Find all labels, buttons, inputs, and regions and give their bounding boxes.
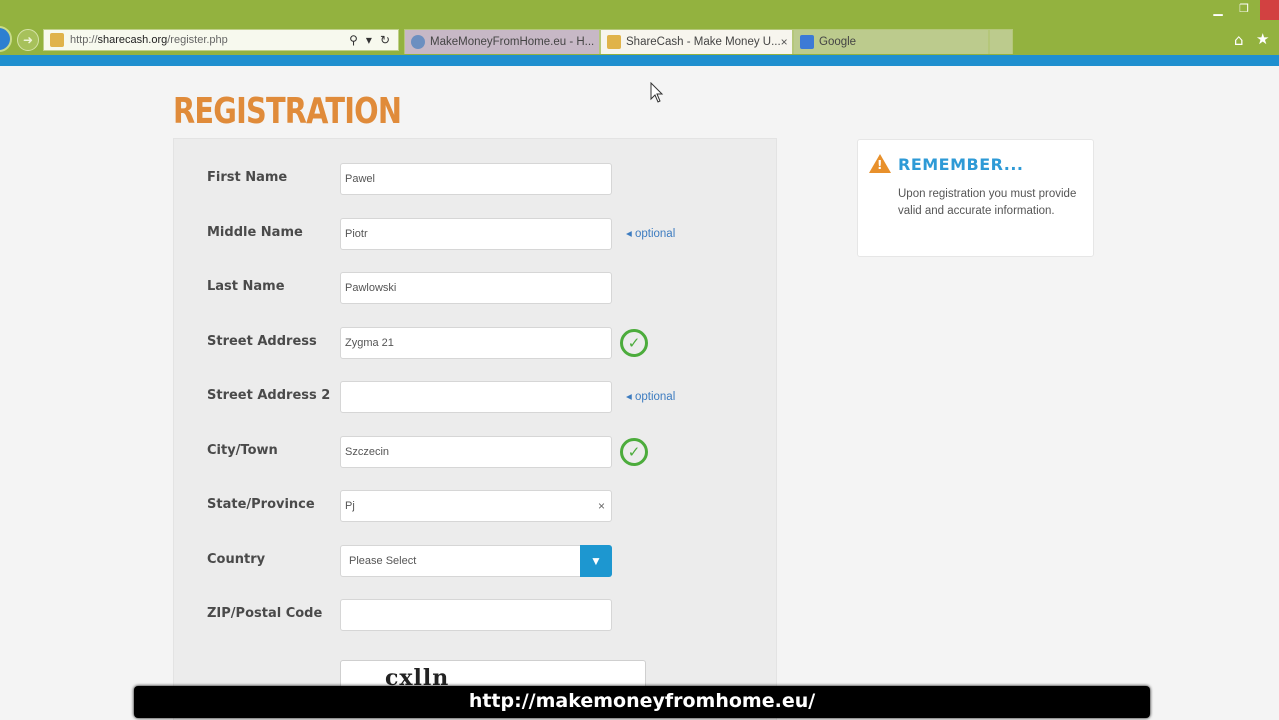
remember-title: REMEMBER... <box>898 155 1024 174</box>
new-tab-button[interactable] <box>989 29 1013 54</box>
page-content: REGISTRATION First Name Pawel Middle Nam… <box>0 66 1279 720</box>
valid-check-icon: ✓ <box>620 329 648 357</box>
address-bar[interactable]: http://sharecash.org/register.php ⚲ ▾ ↻ <box>43 29 399 51</box>
country-select[interactable]: Please Select ▼ <box>340 545 612 577</box>
state-value: Pj <box>345 500 355 512</box>
valid-check-icon: ✓ <box>620 438 648 466</box>
street-address-row: Street Address Zygma 21 ✓ <box>174 327 778 359</box>
tab-google[interactable]: Google <box>793 29 989 54</box>
last-name-label: Last Name <box>207 279 285 294</box>
address-tools: ⚲ ▾ ↻ <box>349 33 398 47</box>
page-title: REGISTRATION <box>173 91 402 132</box>
chevron-down-icon[interactable]: ▼ <box>580 545 612 577</box>
minimize-icon[interactable]: ▁ <box>1210 2 1226 18</box>
middle-name-row: Middle Name Piotr ◂ optional <box>174 218 778 250</box>
zip-input[interactable] <box>340 599 612 631</box>
first-name-input[interactable]: Pawel <box>340 163 612 195</box>
street-address-label: Street Address <box>207 334 317 349</box>
street-address-input[interactable]: Zygma 21 <box>340 327 612 359</box>
city-row: City/Town Szczecin ✓ <box>174 436 778 468</box>
tab-close-icon[interactable]: × <box>781 35 788 49</box>
state-row: State/Province Pj × <box>174 490 778 522</box>
forward-button[interactable]: ➜ <box>17 29 39 51</box>
ie-page-icon <box>411 35 425 49</box>
middle-name-label: Middle Name <box>207 225 303 240</box>
tab-makemoneyfromhome[interactable]: MakeMoneyFromHome.eu - H... <box>404 29 600 54</box>
first-name-label: First Name <box>207 170 288 185</box>
last-name-row: Last Name Pawlowski <box>174 272 778 304</box>
site-favicon-icon <box>50 33 64 47</box>
dropdown-arrow-icon[interactable]: ▾ <box>366 33 372 47</box>
remember-text: Upon registration you must provide valid… <box>898 188 1077 217</box>
middle-name-input[interactable]: Piotr <box>340 218 612 250</box>
tab-sharecash[interactable]: ShareCash - Make Money U... × <box>600 29 793 54</box>
country-row: Country Please Select ▼ <box>174 545 778 577</box>
city-label: City/Town <box>207 443 278 458</box>
close-window-button[interactable] <box>1260 0 1279 20</box>
country-selected-value: Please Select <box>349 555 417 567</box>
street-address-2-label: Street Address 2 <box>207 388 331 403</box>
favorites-star-icon[interactable]: ★ <box>1256 30 1269 48</box>
sharecash-icon <box>607 35 621 49</box>
maximize-icon[interactable]: ❐ <box>1236 2 1252 18</box>
country-label: Country <box>207 552 266 567</box>
warning-icon <box>869 154 891 173</box>
last-name-input[interactable]: Pawlowski <box>340 272 612 304</box>
search-icon[interactable]: ⚲ <box>349 33 358 47</box>
url-text: http://sharecash.org/register.php <box>70 34 228 46</box>
google-icon <box>800 35 814 49</box>
caption-bar: http://makemoneyfromhome.eu/ <box>134 686 1150 718</box>
registration-form: First Name Pawel Middle Name Piotr ◂ opt… <box>173 138 777 720</box>
caption-url: http://makemoneyfromhome.eu/ <box>468 690 816 712</box>
city-input[interactable]: Szczecin <box>340 436 612 468</box>
refresh-icon[interactable]: ↻ <box>380 33 390 47</box>
chrome-accent-strip <box>0 55 1279 66</box>
street-address-2-input[interactable] <box>340 381 612 413</box>
tab-strip: MakeMoneyFromHome.eu - H... ShareCash - … <box>404 29 1013 54</box>
first-name-row: First Name Pawel <box>174 163 778 195</box>
clear-icon[interactable]: × <box>598 491 605 521</box>
remember-notice: REMEMBER... Upon registration you must p… <box>857 139 1094 257</box>
zip-label: ZIP/Postal Code <box>207 606 323 621</box>
state-input[interactable]: Pj × <box>340 490 612 522</box>
street-address-2-row: Street Address 2 ◂ optional <box>174 381 778 413</box>
optional-note: ◂ optional <box>626 228 676 240</box>
zip-row: ZIP/Postal Code <box>174 599 778 631</box>
state-label: State/Province <box>207 497 315 512</box>
home-icon[interactable]: ⌂ <box>1234 31 1244 49</box>
optional-note: ◂ optional <box>626 391 676 403</box>
